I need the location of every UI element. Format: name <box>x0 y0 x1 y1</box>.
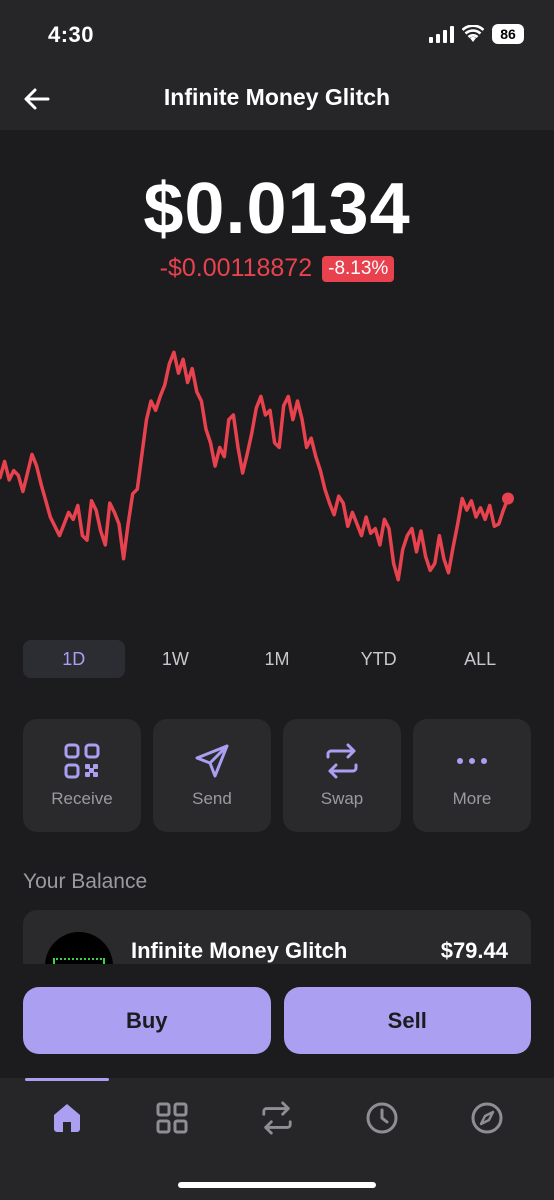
top-bar: 4:30 86 Infinite Money Glitch <box>0 0 554 130</box>
price-change: -$0.00118872 -8.13% <box>0 254 554 283</box>
price-value: $0.0134 <box>143 169 411 249</box>
paper-plane-icon <box>195 744 229 777</box>
page-title: Infinite Money Glitch <box>163 84 391 110</box>
token-name: Infinite Money Glitch <box>131 938 348 963</box>
tab-explore[interactable] <box>467 1098 507 1138</box>
status-indicators: 86 <box>429 24 524 44</box>
tab-collectibles[interactable] <box>152 1098 192 1138</box>
send-label: Send <box>192 788 232 808</box>
send-button[interactable]: Send <box>153 719 271 832</box>
change-percent-badge: -8.13% <box>322 255 395 282</box>
range-all[interactable]: ALL <box>429 640 531 678</box>
compass-icon <box>471 1102 503 1134</box>
token-value: $79.44 <box>440 938 508 963</box>
range-1w[interactable]: 1W <box>125 640 227 678</box>
balance-section-title: Your Balance <box>23 870 148 893</box>
last-price-marker <box>502 492 514 505</box>
more-label: More <box>452 788 492 808</box>
more-dots-icon <box>457 757 487 764</box>
change-amount: -$0.00118872 <box>159 254 313 282</box>
price-line <box>0 350 510 582</box>
tab-activity[interactable] <box>362 1098 402 1138</box>
action-row: Receive Send Swap More <box>23 719 531 832</box>
swap-label: Swap <box>320 788 364 808</box>
home-icon <box>54 1104 80 1132</box>
status-time: 4:30 <box>48 22 95 47</box>
range-1m[interactable]: 1M <box>226 640 328 678</box>
sell-button[interactable]: Sell <box>283 987 531 1054</box>
swap-icon <box>262 1101 292 1135</box>
tab-home[interactable] <box>47 1098 87 1138</box>
battery-icon: 86 <box>492 24 524 44</box>
more-button[interactable]: More <box>413 719 531 832</box>
signal-icon <box>429 25 454 43</box>
trade-buttons: Buy Sell <box>23 987 531 1054</box>
active-tab-indicator <box>25 1078 109 1081</box>
receive-label: Receive <box>51 788 113 808</box>
swap-button[interactable]: Swap <box>283 719 401 832</box>
wifi-icon <box>462 25 484 42</box>
qr-code-icon <box>64 743 100 778</box>
buy-button[interactable]: Buy <box>23 987 271 1054</box>
range-ytd[interactable]: YTD <box>328 640 430 678</box>
range-selector: 1D 1W 1M YTD ALL <box>23 640 531 678</box>
receive-button[interactable]: Receive <box>23 719 141 832</box>
home-indicator <box>178 1182 376 1188</box>
tab-swap[interactable] <box>257 1098 297 1138</box>
range-1d[interactable]: 1D <box>23 640 125 678</box>
token-avatar <box>45 932 113 964</box>
swap-arrows-icon <box>326 743 358 778</box>
price-chart[interactable] <box>0 330 554 600</box>
clock-icon <box>366 1102 398 1134</box>
balance-card[interactable]: Infinite Money Glitch $79.44 <box>23 910 531 964</box>
grid-icon <box>156 1102 188 1134</box>
